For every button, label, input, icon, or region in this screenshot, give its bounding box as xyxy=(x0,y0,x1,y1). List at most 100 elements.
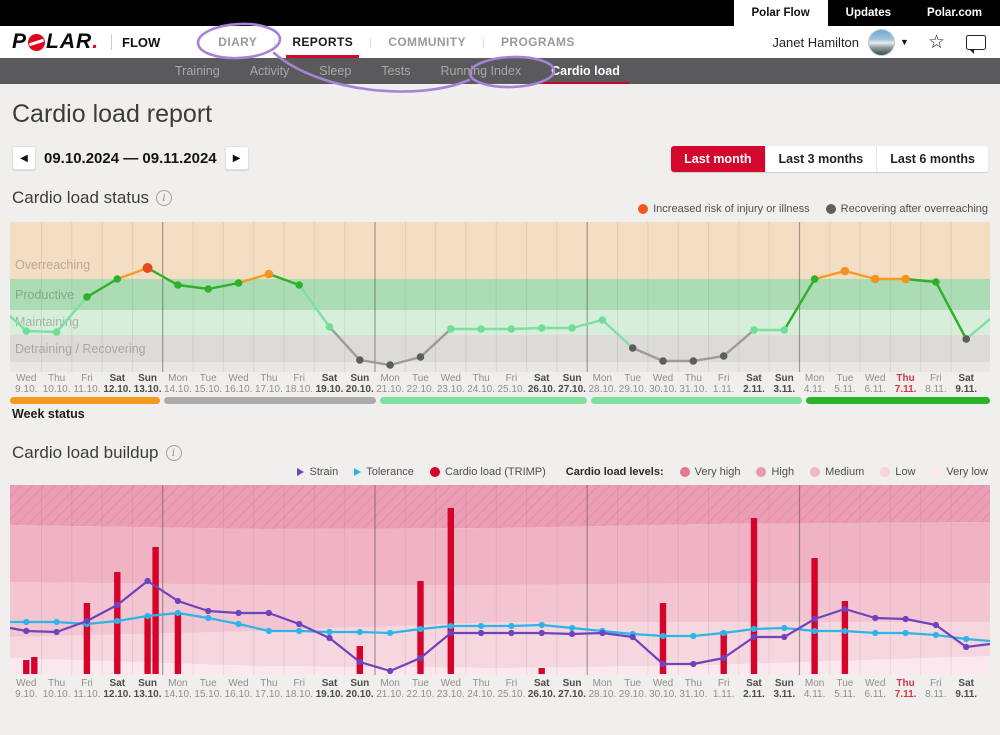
subnav-item-activity[interactable]: Activity xyxy=(235,58,305,84)
tolerance-point[interactable] xyxy=(235,621,241,627)
tolerance-point[interactable] xyxy=(812,628,818,634)
tolerance-point[interactable] xyxy=(781,625,787,631)
flow-label[interactable]: FLOW xyxy=(122,35,160,50)
status-point[interactable] xyxy=(53,328,61,336)
strain-point[interactable] xyxy=(751,634,757,640)
tolerance-point[interactable] xyxy=(690,633,696,639)
favorites-star-icon[interactable]: ☆ xyxy=(928,31,945,54)
tolerance-point[interactable] xyxy=(54,619,60,625)
tolerance-point[interactable] xyxy=(508,623,514,629)
tolerance-point[interactable] xyxy=(721,630,727,636)
nav-item-community[interactable]: COMMUNITY xyxy=(372,26,482,58)
avatar[interactable] xyxy=(868,29,895,56)
tolerance-point[interactable] xyxy=(872,630,878,636)
status-point[interactable] xyxy=(750,326,758,334)
tolerance-point[interactable] xyxy=(144,613,150,619)
status-point[interactable] xyxy=(538,324,546,332)
strain-point[interactable] xyxy=(599,630,605,636)
status-point[interactable] xyxy=(871,275,880,284)
tolerance-point[interactable] xyxy=(842,628,848,634)
tolerance-point[interactable] xyxy=(387,630,393,636)
status-point[interactable] xyxy=(932,278,940,286)
status-point[interactable] xyxy=(447,325,455,333)
polar-logo[interactable]: PLAR. xyxy=(12,30,99,54)
subnav-item-running-index[interactable]: Running Index xyxy=(425,58,536,84)
strain-point[interactable] xyxy=(54,629,60,635)
tolerance-point[interactable] xyxy=(23,619,29,625)
tolerance-point[interactable] xyxy=(296,628,302,634)
trimp-bar[interactable] xyxy=(539,668,545,674)
strain-point[interactable] xyxy=(781,634,787,640)
status-point[interactable] xyxy=(599,316,607,324)
status-point[interactable] xyxy=(477,325,485,333)
status-point[interactable] xyxy=(811,275,819,283)
info-icon[interactable]: i xyxy=(166,445,182,461)
status-point[interactable] xyxy=(690,357,698,365)
cardio-load-buildup-chart[interactable] xyxy=(10,485,990,675)
tolerance-point[interactable] xyxy=(933,632,939,638)
strain-point[interactable] xyxy=(842,606,848,612)
strain-point[interactable] xyxy=(266,610,272,616)
subnav-item-tests[interactable]: Tests xyxy=(366,58,425,84)
status-point[interactable] xyxy=(295,281,303,289)
status-point[interactable] xyxy=(629,344,637,352)
status-point[interactable] xyxy=(326,323,334,331)
status-point[interactable] xyxy=(568,324,576,332)
prev-period-button[interactable]: ◀ xyxy=(12,146,36,170)
user-name[interactable]: Janet Hamilton xyxy=(772,35,859,50)
trimp-bar[interactable] xyxy=(84,603,90,674)
strain-point[interactable] xyxy=(114,602,120,608)
trimp-bar[interactable] xyxy=(31,657,37,674)
trimp-bar[interactable] xyxy=(175,613,181,674)
status-point[interactable] xyxy=(962,335,970,343)
trimp-bar[interactable] xyxy=(448,508,454,674)
tolerance-point[interactable] xyxy=(660,633,666,639)
nav-item-programs[interactable]: PROGRAMS xyxy=(485,26,591,58)
tolerance-point[interactable] xyxy=(448,623,454,629)
strain-point[interactable] xyxy=(296,621,302,627)
range-last-month-button[interactable]: Last month xyxy=(671,146,764,172)
strain-point[interactable] xyxy=(175,598,181,604)
status-point[interactable] xyxy=(174,281,182,289)
status-point[interactable] xyxy=(204,285,212,293)
trimp-bar[interactable] xyxy=(751,518,757,674)
status-point[interactable] xyxy=(417,353,425,361)
strain-point[interactable] xyxy=(235,610,241,616)
trimp-bar[interactable] xyxy=(152,547,158,674)
strain-point[interactable] xyxy=(357,659,363,665)
strain-point[interactable] xyxy=(660,661,666,667)
subnav-item-training[interactable]: Training xyxy=(160,58,235,84)
strain-point[interactable] xyxy=(417,655,423,661)
tolerance-point[interactable] xyxy=(266,628,272,634)
next-period-button[interactable]: ▶ xyxy=(225,146,249,170)
strain-point[interactable] xyxy=(933,622,939,628)
strain-point[interactable] xyxy=(144,578,150,584)
chevron-down-icon[interactable]: ▼ xyxy=(900,37,909,47)
cardio-load-status-chart[interactable]: OverreachingProductiveMaintainingDetrain… xyxy=(10,222,990,372)
strain-point[interactable] xyxy=(872,615,878,621)
site-tab-polar-com[interactable]: Polar.com xyxy=(909,0,1000,26)
strain-point[interactable] xyxy=(326,635,332,641)
range-last-3-months-button[interactable]: Last 3 months xyxy=(765,146,877,172)
subnav-item-sleep[interactable]: Sleep xyxy=(304,58,366,84)
status-point[interactable] xyxy=(508,325,516,333)
tolerance-point[interactable] xyxy=(539,622,545,628)
trimp-bar[interactable] xyxy=(144,617,150,674)
strain-point[interactable] xyxy=(23,628,29,634)
strain-point[interactable] xyxy=(690,661,696,667)
status-point[interactable] xyxy=(235,279,243,287)
status-point[interactable] xyxy=(901,275,910,284)
trimp-bar[interactable] xyxy=(23,660,29,674)
tolerance-point[interactable] xyxy=(205,615,211,621)
feedback-chat-icon[interactable] xyxy=(966,35,986,50)
strain-point[interactable] xyxy=(630,634,636,640)
status-point[interactable] xyxy=(143,263,153,273)
site-tab-polar-flow[interactable]: Polar Flow xyxy=(734,0,828,26)
tolerance-point[interactable] xyxy=(569,625,575,631)
strain-point[interactable] xyxy=(902,616,908,622)
status-point[interactable] xyxy=(265,270,274,279)
status-point[interactable] xyxy=(83,293,91,301)
strain-point[interactable] xyxy=(508,630,514,636)
tolerance-point[interactable] xyxy=(326,629,332,635)
tolerance-point[interactable] xyxy=(357,629,363,635)
